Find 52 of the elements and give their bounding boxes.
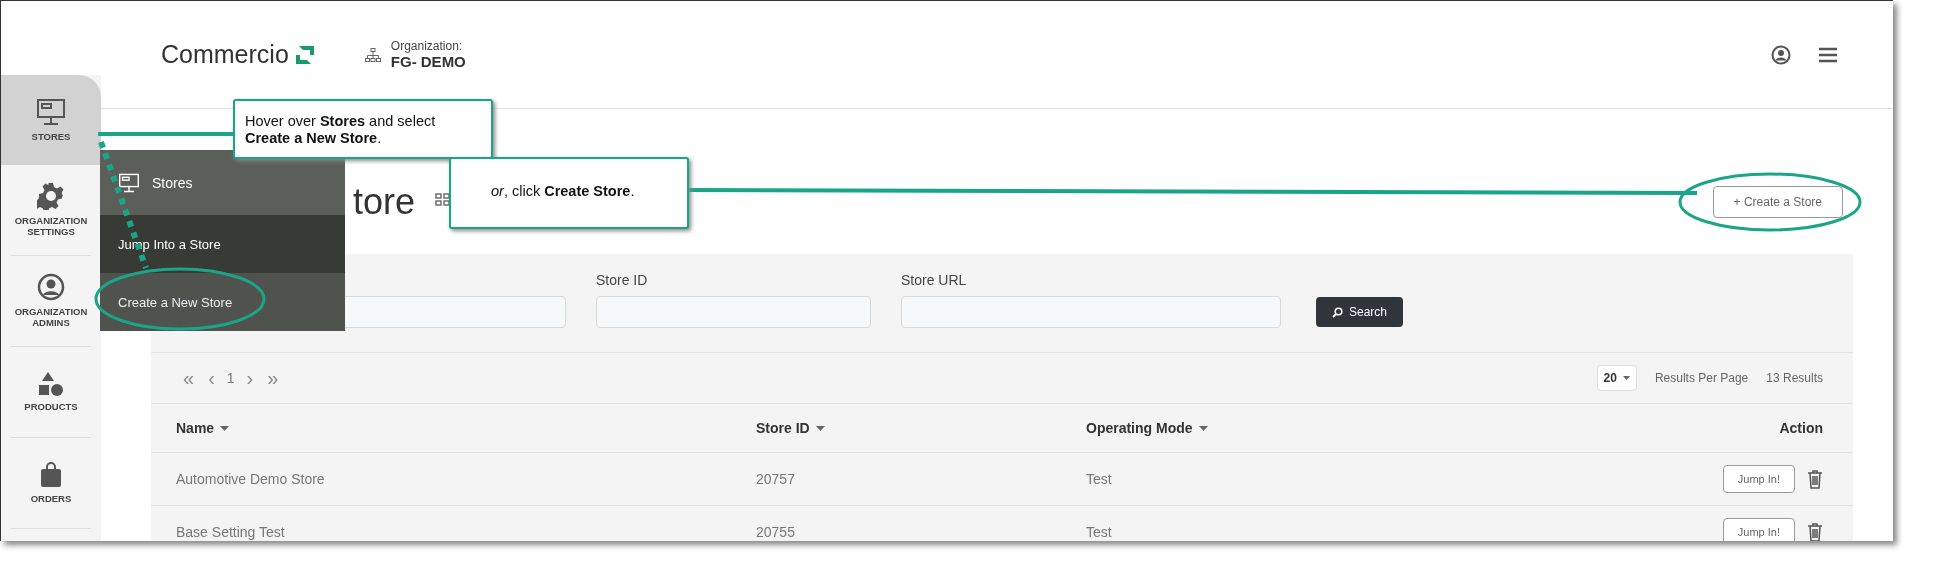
sort-caret-icon[interactable] [815, 425, 825, 431]
jump-in-button[interactable]: Jump In! [1722, 465, 1795, 493]
flyout-item[interactable]: Create a New Store [100, 273, 345, 331]
sidebar-item[interactable]: ORGANIZATION SETTINGS [11, 165, 91, 256]
sort-caret-icon[interactable] [1198, 425, 1208, 431]
trash-icon[interactable] [1807, 522, 1823, 541]
gear-icon [37, 182, 65, 211]
monitor-icon [118, 172, 140, 193]
table-cell: 20755 [756, 524, 795, 540]
bag-icon [40, 461, 62, 488]
logo-icon [294, 44, 315, 65]
input-field[interactable] [596, 296, 871, 328]
org-chart-icon [364, 47, 381, 62]
input-field[interactable] [901, 296, 1281, 328]
user-icon [37, 273, 65, 302]
column-header[interactable]: Operating Mode [1086, 420, 1193, 436]
shapes-icon [38, 371, 64, 396]
search-icon [1332, 306, 1343, 318]
search-button[interactable]: Search [1316, 297, 1404, 327]
account-icon[interactable] [1771, 44, 1791, 65]
sidebar-item[interactable]: ORGANIZATION ADMINS [11, 256, 91, 347]
table-cell: 20757 [756, 471, 795, 487]
table-cell: Test [1086, 471, 1112, 487]
flyout-title: Stores [152, 174, 193, 191]
create-store-button[interactable]: + Create a Store [1712, 185, 1843, 218]
monitor-icon [36, 97, 66, 126]
trash-icon[interactable] [1807, 469, 1823, 489]
column-header[interactable]: Store ID [756, 420, 810, 436]
menu-icon[interactable] [1819, 46, 1837, 63]
field-label: Store URL [901, 272, 968, 288]
per-page-dropdown[interactable]: 20 [1596, 365, 1637, 391]
results-count: 13 Results [1766, 371, 1823, 385]
logo: Commercio [161, 40, 289, 69]
sidebar-item[interactable]: STORES [1, 75, 101, 165]
per-page-label: Results Per Page [1654, 371, 1749, 385]
instruction-tooltip: Hover over Stores and select Create a New Store. [233, 99, 493, 159]
table-cell: Automotive Demo Store [176, 471, 325, 487]
page-number[interactable]: 1 [226, 370, 235, 386]
sidebar-item[interactable]: ORDERS [11, 438, 91, 529]
caret-icon [1622, 376, 1630, 380]
jump-in-button[interactable]: Jump In! [1722, 518, 1795, 541]
organization-name: FG- DEMO [390, 53, 466, 70]
column-header[interactable]: Name [176, 420, 215, 436]
sidebar-item[interactable]: PRODUCTS [11, 347, 91, 438]
field-label: Store ID [596, 272, 649, 288]
organization-label: Organization: [390, 39, 464, 53]
sort-caret-icon[interactable] [220, 425, 230, 431]
column-header[interactable]: Action [1779, 420, 1823, 436]
page-title: tore [353, 180, 416, 223]
instruction-tooltip: or, click Create Store. [449, 157, 689, 229]
table-cell: Base Setting Test [176, 524, 285, 540]
table-cell: Test [1086, 524, 1112, 540]
